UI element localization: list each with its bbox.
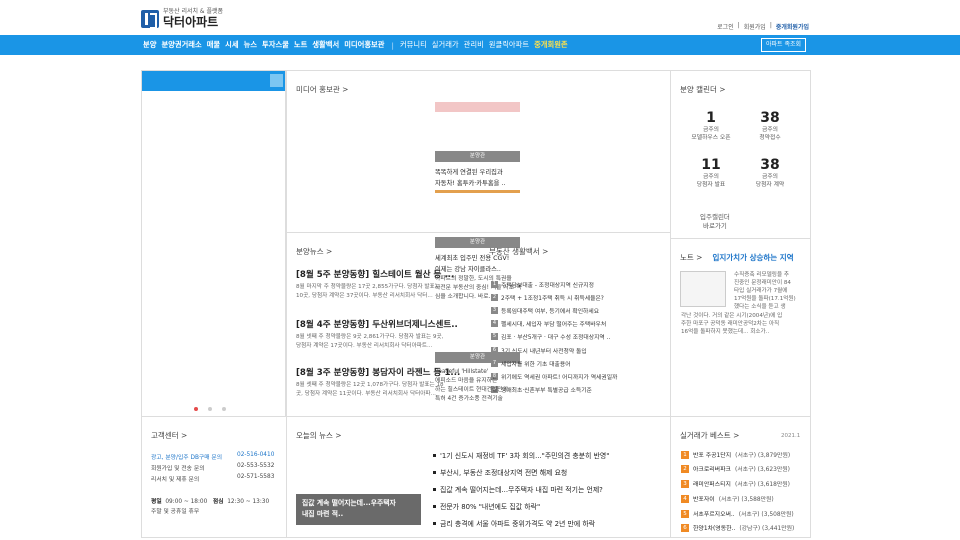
media-caption[interactable]: 똑똑하게 연결된 우리집과 자동차! 홈투카·카투홈을 .. — [435, 167, 525, 189]
nav-item-news[interactable]: 뉴스 — [244, 40, 257, 50]
today-news-feature[interactable]: 집값 계속 떨어지는데...우주택자 내집 마련 적.. — [296, 494, 421, 525]
contact-row: 리서치 및 제휴 문의 02-571-5583 — [151, 474, 275, 483]
today-news-item[interactable]: '1기 신도시 재정비 TF' 3차 회의..."주민의견 충분히 반영" — [433, 450, 609, 460]
note-thumbnail[interactable] — [680, 271, 726, 307]
slider-dots — [194, 407, 226, 411]
best-title[interactable]: 실거래가 베스트 > — [680, 430, 739, 441]
note-summary-cont[interactable]: 각난 것이다. 거의 같은 시기(2004년)에 입 주한 마포구 공덕동 래미안… — [681, 312, 809, 336]
life-title[interactable]: 부동산 생활백서 > — [489, 246, 548, 257]
best-header: 실거래가 베스트 > — [680, 430, 739, 441]
nav-item-community[interactable]: 커뮤니티 — [400, 40, 427, 50]
business-hours: 평일 09:00 ~ 18:00 점심 12:30 ~ 13:30 주말 및 공… — [151, 499, 270, 515]
calendar-cell[interactable]: 1 금주의 모델하우스 오픈 — [686, 110, 736, 142]
best-item[interactable]: 5 서초푸르지오써.. (서초구) (3,508만원) — [681, 509, 794, 518]
life-item[interactable]: 2 2주택 + 1조정1주택 취득 시 취득세율은? — [491, 293, 604, 302]
news-headline[interactable]: [8월 4주 분양동향] 두산위브더제니스센트.. — [296, 318, 476, 330]
main-nav: 분양 분양권거래소 매물 시세 뉴스 투자스쿨 노트 생활백서 미디어홍보관 |… — [0, 35, 960, 55]
header: 부동산 리서치 & 플랫폼 닥터아파트 로그인 | 회원가입 | 중개회원가입 — [0, 0, 960, 35]
life-item[interactable]: 8 위기에도 역세권 아파트! 어디까지가 역세권일까 — [491, 372, 617, 381]
login-link[interactable]: 로그인 — [717, 22, 734, 31]
today-news-item[interactable]: 부산시, 부동산 조정대상지역 전면 해제 요청 — [433, 467, 567, 477]
slider-dot[interactable] — [208, 407, 212, 411]
today-news-item[interactable]: 전문가 80% "내년에도 집값 하락" — [433, 501, 540, 511]
nav-item-school[interactable]: 투자스쿨 — [262, 40, 289, 50]
banner-slider[interactable] — [142, 71, 286, 416]
news-item[interactable]: [8월 4주 분양동향] 두산위브더제니스센트.. 8월 넷째 주 청약물량은 … — [296, 318, 476, 351]
calendar-cell[interactable]: 11 금주의 당첨자 발표 — [686, 157, 736, 189]
today-news-title[interactable]: 오늘의 뉴스 > — [296, 430, 342, 441]
nav-item-media[interactable]: 미디어홍보관 — [344, 40, 384, 50]
nav-item-listing[interactable]: 매물 — [207, 40, 220, 50]
nav-item-life[interactable]: 생활백서 — [312, 40, 339, 50]
media-badge: 분양관 — [435, 151, 520, 162]
life-item[interactable]: 3 등록임대주택 여부, 등기에서 확인하세요 — [491, 306, 599, 315]
contact-row: 회원가입 및 전송 문의 02-553-5532 — [151, 463, 275, 472]
life-item[interactable]: 1 주택담보대출 - 조정대상지역 신규지정 — [491, 280, 594, 289]
move-in-calendar-link[interactable]: 입주캘린더 바로가기 — [700, 213, 730, 231]
site-logo[interactable]: 부동산 리서치 & 플랫폼 닥터아파트 — [141, 9, 223, 29]
slider-dot[interactable] — [222, 407, 226, 411]
nav-item-fee[interactable]: 관리비 — [464, 40, 484, 50]
customer-center-title[interactable]: 고객센터 > — [151, 430, 187, 441]
contact-row: 광고, 분양/입주 DB구매 문의 02-516-0410 — [151, 452, 275, 461]
media-title[interactable]: 미디어 홍보관 > — [296, 84, 348, 95]
nav-item-exchange[interactable]: 분양권거래소 — [161, 40, 201, 50]
best-item[interactable]: 1 반포 주공1단지 (서초구) (3,879만원) — [681, 450, 790, 459]
nav-item-price[interactable]: 시세 — [225, 40, 238, 50]
life-item[interactable]: 5 김포 · 부산5개구 · 대구 수성 조정대상지역 .. — [491, 332, 610, 341]
slider-dot[interactable] — [194, 407, 198, 411]
nav-item-realprice[interactable]: 실거래가 — [432, 40, 459, 50]
nav-item-bunyang[interactable]: 분양 — [143, 40, 156, 50]
life-item[interactable]: 7 세입자를 위한 기초 대출용어 — [491, 359, 571, 368]
today-news-item[interactable]: 금리 충격에 서울 아파트 중위가격도 약 2년 만에 하락 — [433, 518, 595, 528]
media-thumbnail[interactable] — [435, 102, 520, 112]
news-summary: 8월 넷째 주 청약물량은 9곳 2,861가구다. 당첨자 발표는 9곳, 당첨… — [296, 334, 444, 349]
agent-signup-link[interactable]: 중개회원가입 — [776, 22, 809, 31]
best-item[interactable]: 2 아크로리버파크 (서초구) (3,623만원) — [681, 464, 790, 473]
utility-links: 로그인 | 회원가입 | 중개회원가입 — [717, 22, 809, 31]
logo-icon — [141, 9, 159, 29]
best-item[interactable]: 6 한양1차(영동한.. (강남구) (3,441만원) — [681, 523, 794, 532]
note-headline[interactable]: 입지가치가 상승하는 지역 — [712, 252, 793, 263]
media-overlay-text[interactable]: Peaceful 'Hillstate' 에피소드 마음을 유지하는 하는 힐스테이… — [435, 368, 508, 404]
nav-item-oneclick[interactable]: 원클릭아파트 — [489, 40, 529, 50]
signup-link[interactable]: 회원가입 — [744, 22, 766, 31]
apt-search-button[interactable]: 아파트 족조회 — [761, 38, 807, 52]
calendar-title[interactable]: 분양 캘린더 > — [680, 84, 726, 95]
calendar-cell[interactable]: 38 금주의 당첨자 계약 — [745, 157, 795, 189]
best-item[interactable]: 4 반포자이 (서초구) (3,588만원) — [681, 494, 774, 503]
slider-banner[interactable] — [142, 71, 285, 91]
life-item[interactable]: 4 펠세시대, 세입자 부담 떨어주는 주택바우처 — [491, 319, 606, 328]
note-summary[interactable]: 수직증축 리모델링을 추 진중인 문정래미안이 84 타입 실거래가가 7월에 17억… — [734, 271, 804, 311]
news-title[interactable]: 분양뉴스 > — [296, 246, 332, 257]
nav-separator: | — [391, 40, 394, 50]
nav-item-note[interactable]: 노트 — [294, 40, 307, 50]
best-item[interactable]: 3 래미안퍼스티지 (서초구) (3,618만원) — [681, 479, 790, 488]
today-news-item[interactable]: 집값 계속 떨어지는데...무주택자 내집 마련 적기는 언제? — [433, 484, 603, 494]
media-thumbnail[interactable] — [435, 190, 520, 193]
best-date: 2021.1 — [781, 433, 801, 439]
logo-name: 닥터아파트 — [163, 15, 219, 29]
note-header: 노트 > 입지가치가 상승하는 지역 — [680, 252, 794, 263]
nav-item-agent-zone[interactable]: 중개회원존 — [534, 40, 568, 50]
calendar-cell[interactable]: 38 금주의 청약접수 — [745, 110, 795, 142]
note-title[interactable]: 노트 > — [680, 252, 702, 263]
